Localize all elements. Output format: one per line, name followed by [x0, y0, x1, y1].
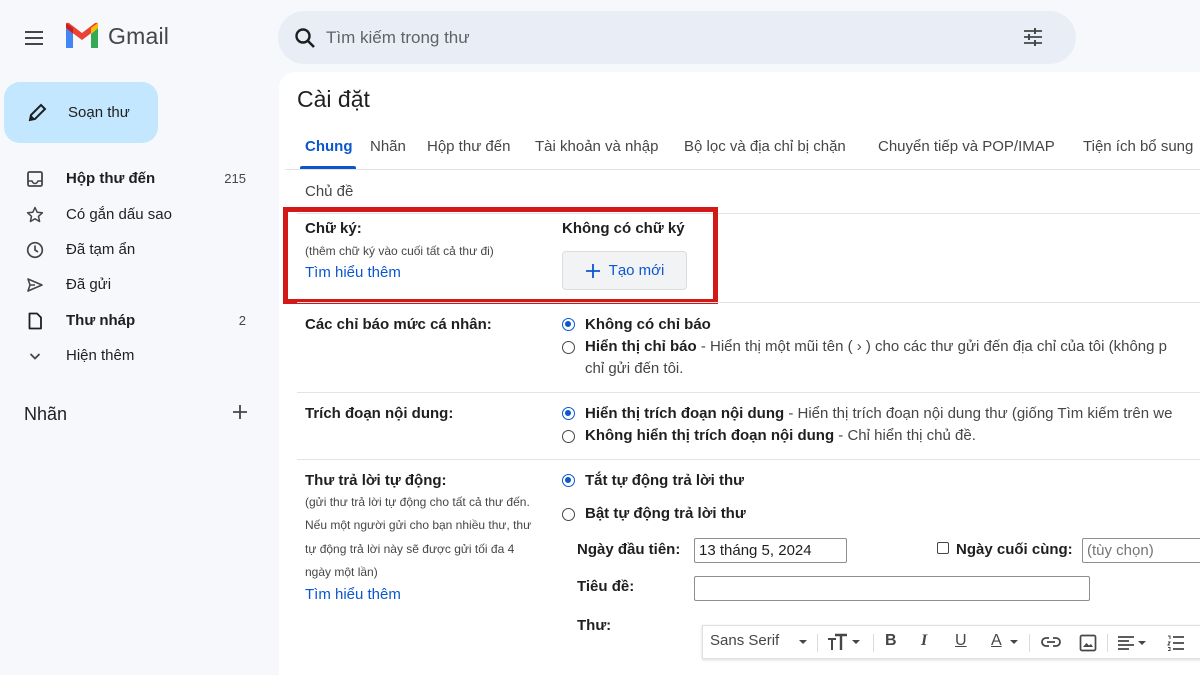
labels-heading: Nhãn	[24, 404, 68, 424]
show-indicators-option: Hiển thị chỉ báo - Hiển thị một mũi tên …	[585, 338, 1167, 355]
draft-count: 2	[238, 313, 246, 328]
vacation-description-line: (gửi thư trả lời tự động cho tất cả thư …	[305, 495, 530, 509]
hide-snippets-radio[interactable]	[562, 430, 575, 443]
vacation-on-radio[interactable]	[562, 508, 575, 521]
row-divider	[297, 459, 1200, 460]
align-icon[interactable]	[1117, 635, 1147, 651]
personal-indicators-label: Các chỉ báo mức cá nhân:	[305, 316, 492, 333]
no-indicators-option: Không có chỉ báo	[585, 316, 711, 333]
sidebar-item-inbox[interactable]: Hộp thư đến 215	[0, 161, 270, 196]
sidebar-item-label: Thư nháp	[66, 312, 136, 329]
tab-themes[interactable]: Chủ đề	[305, 183, 353, 200]
first-day-input[interactable]	[694, 538, 847, 563]
tab-divider	[285, 169, 1200, 170]
add-label-icon[interactable]	[230, 402, 250, 422]
tab-forwarding[interactable]: Chuyển tiếp và POP/IMAP	[878, 138, 1055, 155]
sidebar-item-label: Hộp thư đến	[66, 170, 156, 187]
italic-icon[interactable]: I	[921, 632, 927, 650]
link-icon[interactable]	[1041, 635, 1061, 649]
toolbar-divider	[817, 634, 818, 652]
search-options-icon[interactable]	[1022, 26, 1044, 48]
vacation-off-option: Tắt tự động trả lời thư	[585, 472, 745, 489]
toolbar-divider	[1107, 634, 1108, 652]
formatting-toolbar: Sans Serif B I U A	[702, 625, 1200, 659]
vacation-off-radio[interactable]	[562, 474, 575, 487]
first-day-label: Ngày đầu tiên:	[577, 541, 681, 558]
last-day-label: Ngày cuối cùng:	[956, 541, 1073, 558]
numbered-list-icon[interactable]	[1167, 635, 1185, 651]
show-snippets-radio[interactable]	[562, 407, 575, 420]
vacation-description-line: tự động trả lời này sẽ được gửi tối đa 4	[305, 542, 515, 556]
show-indicators-radio[interactable]	[562, 341, 575, 354]
draft-icon	[26, 312, 44, 330]
sidebar-item-label: Đã tạm ẩn	[66, 241, 136, 258]
compose-label: Soạn thư	[68, 104, 130, 121]
vacation-learn-more-link[interactable]: Tìm hiểu thêm	[305, 586, 401, 603]
gmail-logo[interactable]: Gmail	[64, 22, 169, 50]
message-label: Thư:	[577, 617, 612, 634]
subject-input[interactable]	[694, 576, 1090, 601]
vacation-label: Thư trả lời tự động:	[305, 472, 447, 489]
toolbar-divider	[873, 634, 874, 652]
sidebar-item-label: Đã gửi	[66, 276, 112, 293]
sidebar-item-starred[interactable]: Có gắn dấu sao	[0, 197, 270, 232]
text-size-icon[interactable]	[827, 633, 861, 651]
vacation-description-line: ngày một lần)	[305, 565, 378, 579]
underline-icon[interactable]: U	[955, 632, 967, 650]
tab-general[interactable]: Chung	[305, 138, 352, 155]
tab-addons[interactable]: Tiện ích bổ sung	[1083, 138, 1193, 155]
chevron-down-icon	[26, 347, 44, 365]
row-divider	[297, 302, 1200, 303]
compose-button[interactable]: Soạn thư	[4, 82, 158, 143]
search-input[interactable]	[326, 27, 1006, 48]
text-color-icon[interactable]: A	[991, 632, 1002, 650]
tab-accounts[interactable]: Tài khoản và nhập	[535, 138, 658, 155]
clock-icon	[26, 241, 44, 259]
last-day-checkbox[interactable]	[937, 542, 949, 554]
sidebar-item-more[interactable]: Hiện thêm	[0, 338, 270, 373]
sidebar-item-label: Hiện thêm	[66, 347, 135, 364]
sidebar-item-drafts[interactable]: Thư nháp 2	[0, 303, 270, 338]
sidebar-item-sent[interactable]: Đã gửi	[0, 267, 270, 302]
search-icon[interactable]	[294, 27, 316, 49]
show-snippets-option: Hiển thị trích đoạn nội dung - Hiển thị …	[585, 405, 1173, 422]
toolbar-divider	[1029, 634, 1030, 652]
page-title: Cài đặt	[297, 86, 370, 112]
snippets-label: Trích đoạn nội dung:	[305, 405, 454, 422]
last-day-input[interactable]	[1082, 538, 1200, 563]
send-icon	[26, 276, 44, 294]
main-menu-icon[interactable]	[22, 26, 46, 50]
star-icon	[26, 206, 44, 224]
sidebar-item-snoozed[interactable]: Đã tạm ẩn	[0, 232, 270, 267]
highlight-frame	[283, 207, 718, 304]
vacation-on-option: Bật tự động trả lời thư	[585, 505, 746, 522]
text-color-dropdown-icon[interactable]	[1009, 634, 1019, 650]
search-bar[interactable]	[278, 11, 1076, 64]
pencil-icon	[26, 102, 48, 124]
show-indicators-desc: chỉ gửi đến tôi.	[585, 360, 684, 377]
app-name: Gmail	[108, 22, 170, 49]
tab-inbox[interactable]: Hộp thư đến	[427, 138, 510, 155]
vacation-description-line: Nếu một người gửi cho bạn nhiều thư, thư	[305, 518, 532, 532]
row-divider	[297, 392, 1200, 393]
subject-label: Tiêu đề:	[577, 578, 635, 595]
no-indicators-radio[interactable]	[562, 318, 575, 331]
tab-filters[interactable]: Bộ lọc và địa chỉ bị chặn	[684, 138, 846, 155]
unread-count: 215	[224, 171, 246, 186]
font-dropdown-icon[interactable]	[798, 634, 808, 650]
inbox-icon	[26, 170, 44, 188]
insert-image-icon[interactable]	[1079, 634, 1097, 652]
hide-snippets-option: Không hiển thị trích đoạn nội dung - Chỉ…	[585, 427, 976, 444]
gmail-m-icon	[64, 22, 100, 50]
font-select[interactable]: Sans Serif	[710, 632, 779, 649]
bold-icon[interactable]: B	[885, 632, 897, 650]
tab-labels[interactable]: Nhãn	[370, 138, 406, 155]
sidebar-item-label: Có gắn dấu sao	[66, 206, 172, 223]
